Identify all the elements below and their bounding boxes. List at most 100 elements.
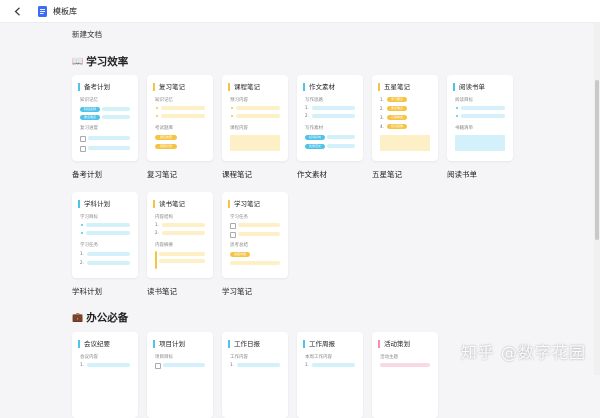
card-bar [88,146,130,150]
card-bar [236,106,280,110]
template-card-yuedu[interactable]: 阅读书单 阅读目标 书籍清单 [447,75,513,161]
card-caption[interactable]: 五星笔记 [372,169,402,180]
card-label: 内容结构 [155,215,173,220]
list-number: 2. [80,260,84,265]
card-label: 写作思路 [305,98,323,103]
template-card-ribao[interactable]: 工作日报 工作内容 1. [222,332,288,418]
card-bar [461,106,505,110]
card-label: 知识记忆 [80,98,98,103]
card-caption[interactable]: 读书笔记 [147,286,177,297]
card-label: 活动主题 [380,355,398,360]
card-bar [161,106,205,110]
template-card-huodong[interactable]: 活动策划 活动主题 [372,332,438,418]
card-bar [102,107,130,111]
card-label: 预习内容 [230,98,248,103]
card-table [230,135,280,151]
card-label: 写作素材 [305,126,323,131]
card-bar [162,231,205,235]
card-title: 课程笔记 [228,83,260,91]
card-chip: 重点难点 [387,106,407,111]
card-title: 备考计划 [78,83,110,91]
checkbox-icon [155,363,161,369]
card-caption[interactable]: 备考计划 [72,169,102,180]
card-bar [159,252,205,256]
briefcase-icon: 💼 [72,312,84,323]
back-arrow-icon[interactable] [10,4,24,18]
list-number: 2. [305,113,309,118]
card-caption[interactable]: 复习笔记 [147,169,177,180]
template-card-dushu[interactable]: 读书笔记 内容结构 1. 2. 内容摘要 [147,192,213,278]
card-bar [87,252,130,256]
card-label: 阅读目标 [455,98,473,103]
card-bar [461,114,505,118]
card-label: 课程内容 [230,126,248,131]
template-card-zhoubao[interactable]: 工作周报 本周工作内容 1. [297,332,363,418]
template-card-xuexi[interactable]: 学习笔记 学习任务 思考总结 总结内容 [222,192,288,278]
section-title-text: 学习效率 [86,56,129,68]
card-label: 复习进度 [80,126,98,131]
template-card-kecheng[interactable]: 课程笔记 预习内容 课程内容 [222,75,288,161]
card-bar [380,363,430,367]
card-title: 学科计划 [78,200,110,208]
template-card-beikao[interactable]: 备考计划 知识记忆 科目名称 重点难点 复习进度 [72,75,138,161]
card-chip: 优秀范文 [305,144,325,149]
card-label: 知识记忆 [155,98,173,103]
card-title: 五星笔记 [378,83,410,91]
card-table [380,135,430,151]
template-card-zuowen[interactable]: 作文素材 写作思路 1. 2. 写作素材 好词好句 优秀范文 [297,75,363,161]
card-bar [312,106,355,110]
document-icon [38,5,47,17]
template-card-fuxi[interactable]: 复习笔记 知识记忆 考试题库 题目类型 错题记录 [147,75,213,161]
bullet-icon [456,115,458,117]
template-card-wuxing[interactable]: 五星笔记 1. 学习要点 2. 重点难点 3. 心得体会 4. 知识延伸 [372,75,438,161]
card-title: 活动策划 [378,340,410,348]
card-title: 项目计划 [153,340,185,348]
list-number: 2. [155,230,159,235]
card-caption[interactable]: 作文素材 [297,169,327,180]
bullet-icon [231,115,233,117]
card-bar [230,261,280,265]
scrollbar-thumb[interactable] [595,80,599,240]
card-bar [236,114,280,118]
card-chip: 好词好句 [305,135,325,140]
card-chip: 重点难点 [80,115,100,120]
card-bar [327,135,355,139]
card-bar [312,114,355,118]
card-title: 作文素材 [303,83,335,91]
card-bar [159,259,205,263]
book-icon: 📖 [72,56,84,67]
new-document-link[interactable]: 新建文档 [72,29,102,40]
card-caption[interactable]: 阅读书单 [447,169,477,180]
card-chip: 心得体会 [387,115,407,120]
card-label: 学习目标 [80,215,98,220]
section-title-office: 💼 办公必备 [72,310,128,325]
card-title: 阅读书单 [453,83,485,91]
card-caption[interactable]: 学习笔记 [222,286,252,297]
card-label: 内容摘要 [155,243,173,248]
checkbox-icon [230,232,236,238]
card-table [455,135,505,151]
list-number: 4. [380,124,384,129]
template-card-xueke[interactable]: 学科计划 学习目标 学习任务 1. 2. [72,192,138,278]
list-number: 3. [380,115,384,120]
list-number: 1. [80,362,84,367]
bullet-icon [156,115,158,117]
card-bar [162,223,205,227]
card-label: 本周工作内容 [305,355,332,360]
template-card-xiangmu[interactable]: 项目计划 项目目标 [147,332,213,418]
card-chip: 知识延伸 [387,124,407,129]
checkbox-icon [230,223,236,229]
card-caption[interactable]: 学科计划 [72,286,102,297]
card-label: 书籍清单 [455,126,473,131]
bullet-icon [81,224,83,226]
window-title: 模板库 [53,6,77,16]
quote-bar [155,251,157,269]
card-caption[interactable]: 课程笔记 [222,169,252,180]
card-label: 考试题库 [155,126,173,131]
card-chip: 总结内容 [230,252,250,257]
card-label: 思考总结 [230,243,248,248]
bullet-icon [156,107,158,109]
template-card-huiyi[interactable]: 会议纪要 会议内容 1. [72,332,138,418]
card-bar [312,363,355,367]
watermark: 知乎 @数字花园 [460,343,586,362]
